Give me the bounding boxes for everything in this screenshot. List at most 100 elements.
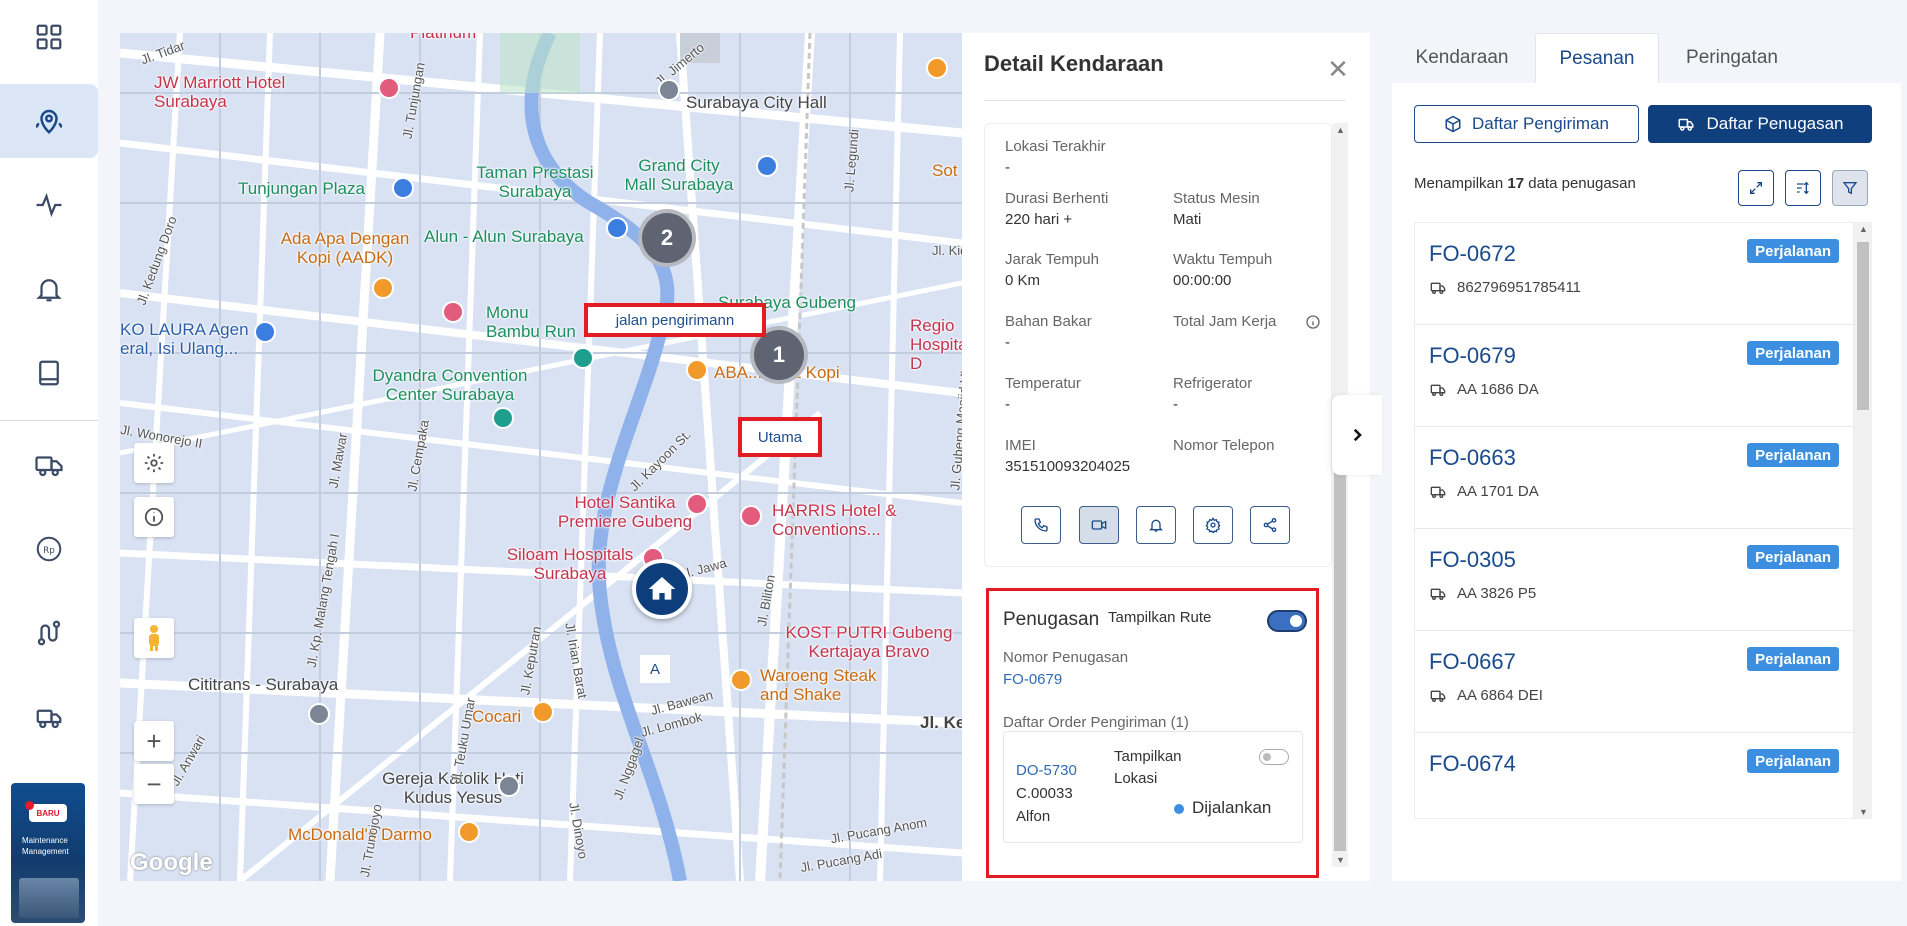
assignment-number-link[interactable]: FO-0679 (1003, 671, 1062, 688)
venue-pin-icon[interactable] (492, 407, 514, 429)
order-code-link[interactable]: DO-5730 (1016, 762, 1077, 779)
tab-kendaraan[interactable]: Kendaraan (1392, 33, 1532, 83)
restaurant-pin-icon[interactable] (926, 57, 948, 79)
status-badge: Perjalanan (1747, 545, 1839, 569)
book-icon (39, 360, 59, 386)
nav-reports[interactable] (0, 336, 98, 410)
hotel-pin-icon[interactable] (442, 301, 464, 323)
nav-activity[interactable] (0, 168, 98, 242)
detail-scrollbar[interactable]: ▲ ▼ (1332, 123, 1348, 867)
map-label: Dyandra Convention Center Surabaya (372, 366, 528, 404)
scroll-up-icon[interactable]: ▲ (1859, 224, 1868, 234)
map-view[interactable]: Platinum JW Marriott Hotel Surabaya Jl. … (120, 33, 962, 881)
truck-icon (1430, 282, 1446, 294)
zoom-out-button[interactable]: − (134, 764, 174, 804)
maintenance-promo-banner[interactable]: BARU Maintenance Management (11, 783, 85, 923)
list-item[interactable]: FO-0305 AA 3826 P5 Perjalanan (1415, 529, 1853, 631)
map-label: Sot (932, 161, 958, 180)
info-icon (144, 507, 164, 527)
scroll-down-icon[interactable]: ▼ (1336, 855, 1345, 865)
assignment-code: FO-0679 (1429, 343, 1516, 368)
nav-routes[interactable] (0, 596, 98, 670)
vehicle-detail-panel: Detail Kendaraan ✕ Lokasi Terakhir - Dur… (962, 33, 1382, 881)
list-scrollbar[interactable]: ▲ ▼ (1854, 222, 1872, 819)
nav-finance[interactable]: Rp (0, 512, 98, 586)
hotel-pin-icon[interactable] (686, 493, 708, 515)
shopping-pin-icon[interactable] (392, 177, 414, 199)
nav-tracking[interactable] (0, 84, 98, 158)
map-roads (120, 33, 962, 881)
alert-button[interactable] (1136, 506, 1176, 544)
monument-pin-icon[interactable] (572, 347, 594, 369)
pegman-icon (149, 625, 159, 651)
field-value: 351510093204025 (1005, 458, 1131, 475)
settings-button[interactable] (1193, 506, 1233, 544)
filter-button[interactable] (1832, 170, 1868, 206)
call-button[interactable] (1021, 506, 1061, 544)
map-label: McDonald's Darmo (288, 825, 433, 844)
poi-pin-icon[interactable] (658, 79, 680, 101)
assignment-section: Penugasan Tampilkan Rute Nomor Penugasan… (986, 588, 1319, 878)
scroll-thumb[interactable] (1857, 242, 1869, 410)
list-item[interactable]: FO-0674 Perjalanan (1415, 733, 1853, 818)
shopping-pin-icon[interactable] (756, 155, 778, 177)
restaurant-pin-icon[interactable] (686, 359, 708, 381)
vehicle-plate: AA 1686 DA (1457, 381, 1539, 398)
map-settings-button[interactable] (134, 443, 174, 483)
restaurant-pin-icon[interactable] (532, 701, 554, 723)
camera-pin-icon[interactable] (606, 217, 628, 239)
scroll-up-icon[interactable]: ▲ (1336, 125, 1345, 135)
cafe-pin-icon[interactable] (372, 277, 394, 299)
count-suffix: data penugasan (1528, 175, 1636, 192)
list-item[interactable]: FO-0672 862796951785411 Perjalanan (1415, 223, 1853, 325)
status-badge: Perjalanan (1747, 239, 1839, 263)
field-label: Lokasi Terakhir (1005, 138, 1106, 155)
map-info-button[interactable] (134, 497, 174, 537)
sort-button[interactable] (1785, 170, 1821, 206)
scroll-thumb[interactable] (1334, 413, 1346, 851)
truck-icon (1430, 486, 1446, 498)
close-button[interactable]: ✕ (1324, 54, 1352, 84)
field-label: Total Jam Kerja (1173, 313, 1277, 330)
expand-button[interactable] (1738, 170, 1774, 206)
field-value: - (1173, 396, 1178, 413)
poi-pin-icon[interactable] (308, 703, 330, 725)
nav-delivery[interactable] (0, 680, 98, 754)
street-view-button[interactable] (134, 618, 174, 658)
home-marker-icon[interactable] (632, 559, 692, 619)
shipment-list-button[interactable]: Daftar Pengiriman (1414, 105, 1639, 143)
zoom-in-button[interactable]: + (134, 721, 174, 761)
status-badge: Perjalanan (1747, 341, 1839, 365)
show-route-toggle[interactable] (1267, 610, 1307, 632)
map-label: Ada Apa Dengan Kopi (AADK) (280, 229, 410, 267)
nav-vehicles[interactable] (0, 428, 98, 502)
vehicle-plate: 862796951785411 (1457, 279, 1582, 296)
route-icon (37, 620, 61, 646)
promo-text: Maintenance Management (22, 836, 69, 856)
rupiah-icon: Rp (36, 536, 62, 562)
cluster-marker[interactable]: 2 (638, 209, 696, 267)
field-value: 220 hari + (1005, 211, 1073, 228)
nav-notifications[interactable] (0, 252, 98, 326)
tab-peringatan[interactable]: Peringatan (1662, 33, 1802, 83)
list-item[interactable]: FO-0667 AA 6864 DEI Perjalanan (1415, 631, 1853, 733)
tab-pesanan[interactable]: Pesanan (1535, 33, 1659, 83)
status-badge: Perjalanan (1747, 443, 1839, 467)
nav-dashboard[interactable] (0, 0, 98, 74)
share-button[interactable] (1250, 506, 1290, 544)
hotel-pin-icon[interactable] (740, 505, 762, 527)
church-pin-icon[interactable] (498, 775, 520, 797)
restaurant-pin-icon[interactable] (458, 821, 480, 843)
restaurant-pin-icon[interactable] (730, 669, 752, 691)
assignment-list-button[interactable]: Daftar Penugasan (1648, 105, 1872, 143)
collapse-panel-button[interactable] (1332, 395, 1382, 475)
list-item[interactable]: FO-0663 AA 1701 DA Perjalanan (1415, 427, 1853, 529)
info-icon[interactable] (1305, 314, 1321, 330)
scroll-down-icon[interactable]: ▼ (1859, 807, 1868, 817)
video-button[interactable] (1079, 506, 1119, 544)
map-label: Cocari (472, 707, 522, 726)
shopping-pin-icon[interactable] (254, 321, 276, 343)
list-item[interactable]: FO-0679 AA 1686 DA Perjalanan (1415, 325, 1853, 427)
hotel-pin-icon[interactable] (378, 77, 400, 99)
show-location-toggle[interactable] (1259, 749, 1289, 765)
